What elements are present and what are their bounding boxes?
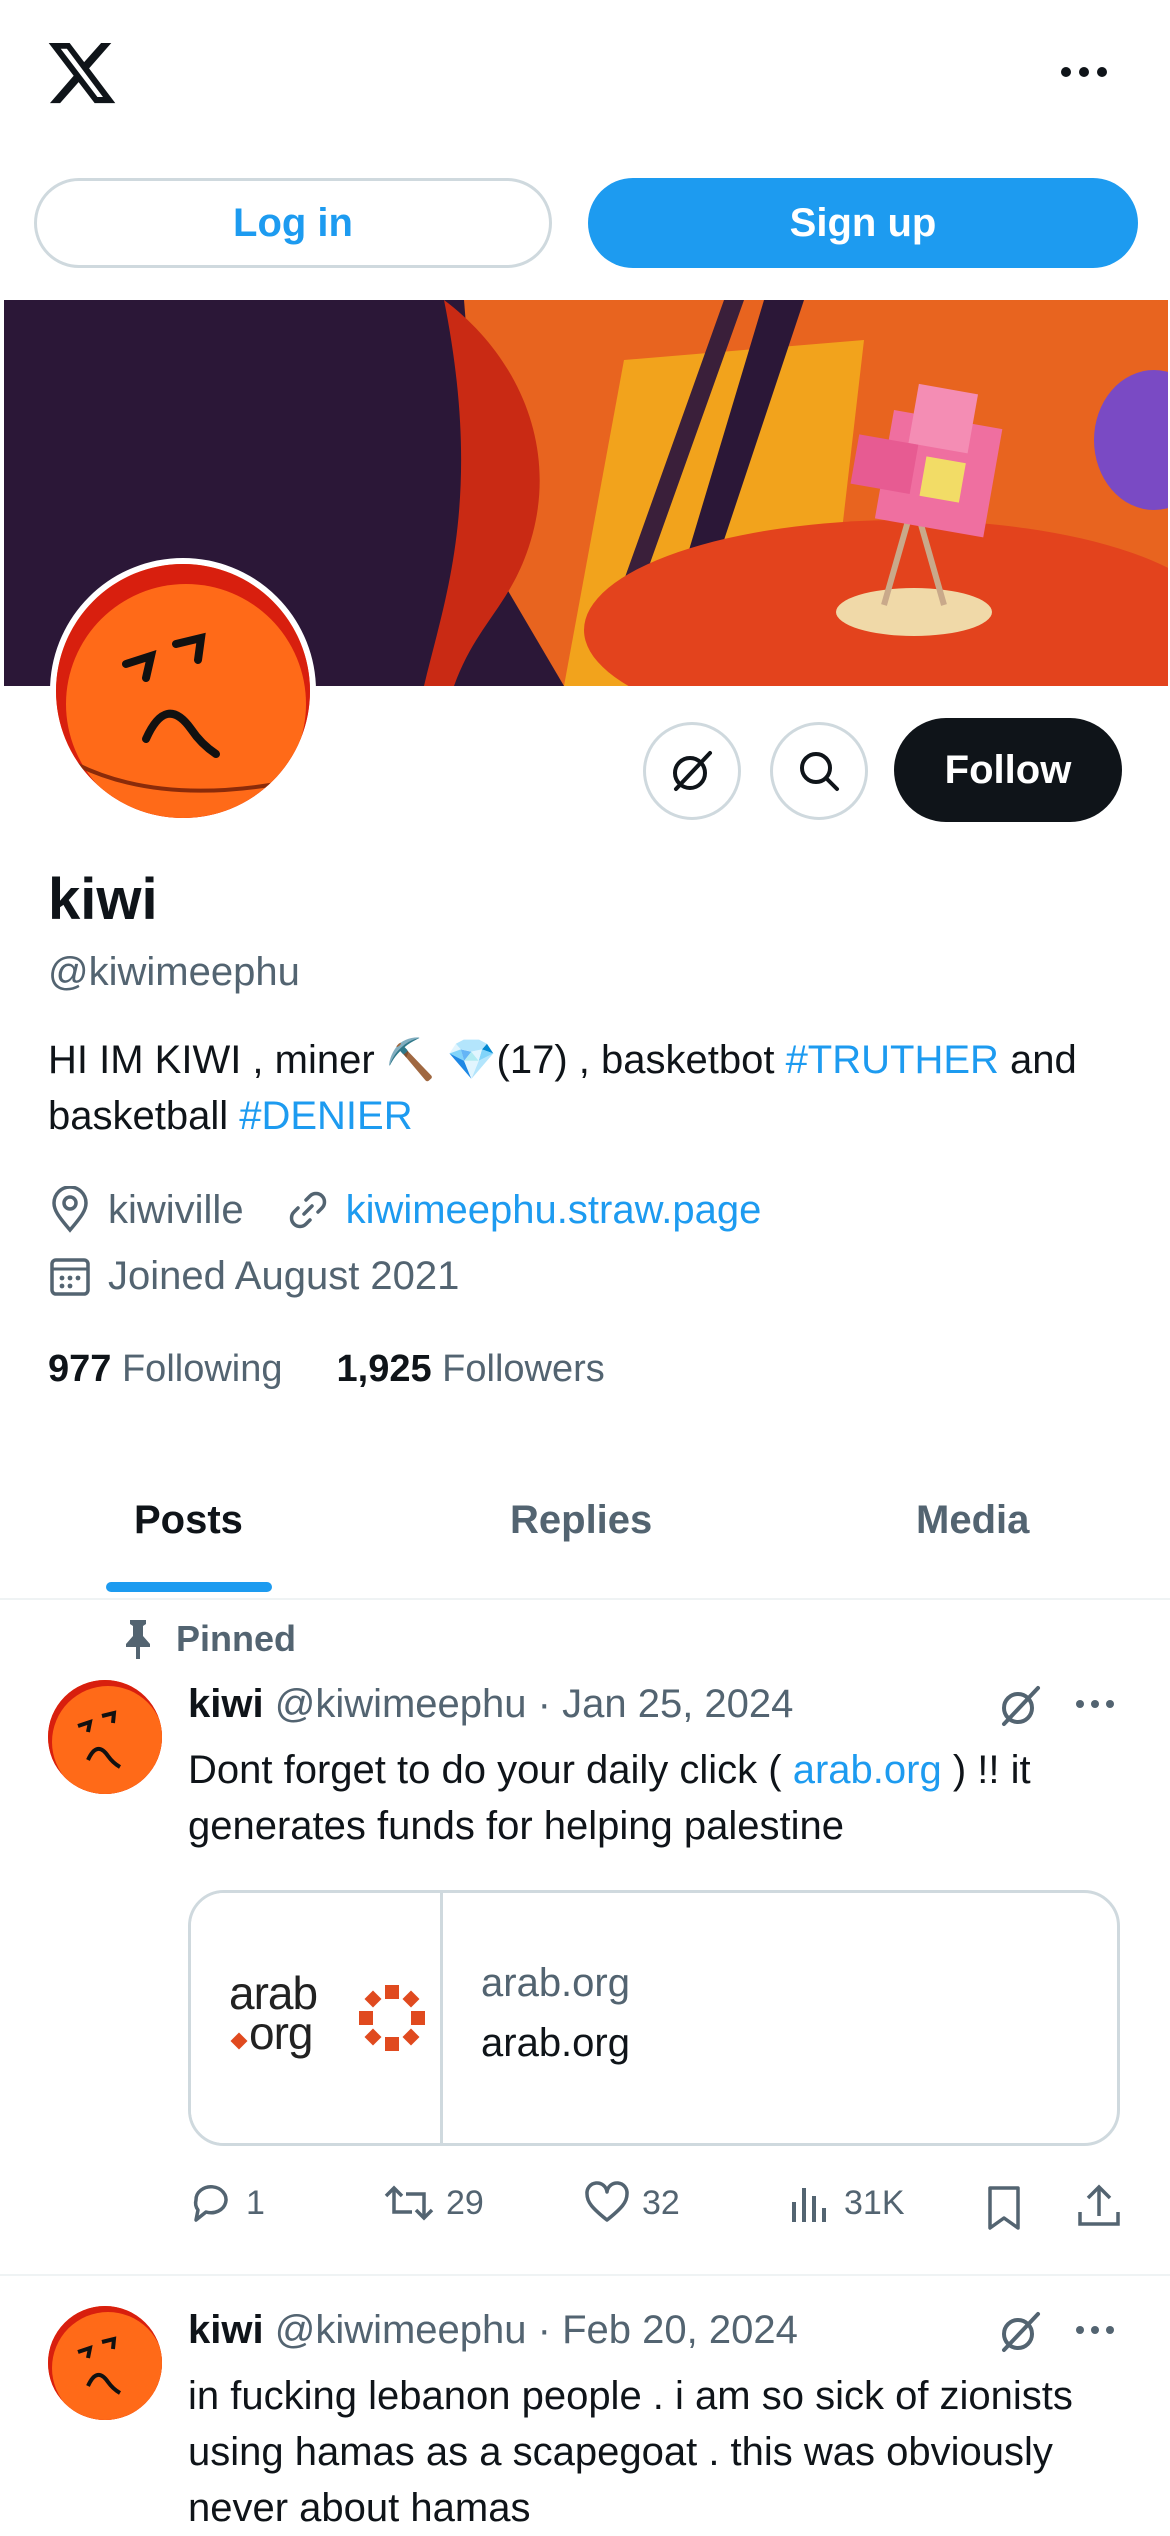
- views-count: 31K: [844, 2183, 905, 2222]
- reply-count: 1: [246, 2183, 265, 2222]
- post-text: in fucking lebanon people . i am so sick…: [188, 2374, 1073, 2530]
- following-stat[interactable]: 977 Following: [48, 1348, 283, 1391]
- post-text-part: Dont forget to do your daily click (: [188, 1748, 793, 1792]
- post-text: Dont forget to do your daily click ( ara…: [188, 1742, 1148, 1854]
- post-header: kiwi @kiwimeephu · Feb 20, 2024: [188, 2308, 798, 2353]
- tab-active-indicator: [106, 1582, 272, 1592]
- auth-buttons: Log in Sign up: [0, 178, 1170, 274]
- tab-replies[interactable]: Replies: [510, 1498, 652, 1543]
- star-logo-icon: [359, 1985, 425, 2051]
- tabs-divider: [0, 1598, 1170, 1600]
- repost-icon: [384, 2185, 434, 2221]
- followers-label: Followers: [442, 1348, 605, 1390]
- profile-joined-date: Joined August 2021: [108, 1253, 460, 1298]
- pinned-label-row: Pinned: [120, 1618, 296, 1660]
- tab-media[interactable]: Media: [916, 1498, 1029, 1543]
- pinned-label: Pinned: [176, 1618, 297, 1659]
- search-profile-button[interactable]: [770, 722, 868, 820]
- follow-button[interactable]: Follow: [894, 718, 1122, 822]
- reply-action[interactable]: 1: [188, 2180, 265, 2226]
- like-count: 32: [642, 2183, 680, 2222]
- card-thumbnail: arab org: [191, 1893, 443, 2143]
- following-label: Following: [121, 1348, 283, 1390]
- like-action[interactable]: 32: [584, 2180, 680, 2226]
- profile-bio: HI IM KIWI , miner ⛏️ 💎(17) , basketbot …: [48, 1032, 1128, 1144]
- repost-action[interactable]: 29: [384, 2180, 484, 2226]
- post-more-icon[interactable]: [1074, 2322, 1116, 2338]
- profile-tabs: Posts Replies Media: [0, 1460, 1170, 1600]
- reply-icon: [193, 2185, 228, 2222]
- profile-website-link[interactable]: kiwimeephu.straw.page: [346, 1188, 762, 1233]
- tab-posts[interactable]: Posts: [134, 1498, 243, 1543]
- bookmark-icon[interactable]: [984, 2184, 1024, 2232]
- views-icon: [792, 2188, 826, 2222]
- grok-button[interactable]: [643, 722, 741, 820]
- pin-icon: [126, 1620, 150, 1659]
- profile-stats: 977 Following 1,925 Followers: [48, 1348, 605, 1391]
- hashtag-denier-link[interactable]: #DENIER: [239, 1094, 412, 1138]
- post-header: kiwi @kiwimeephu · Jan 25, 2024: [188, 1682, 793, 1727]
- card-title: arab.org: [481, 2021, 630, 2065]
- post-author[interactable]: kiwi: [188, 1682, 264, 1726]
- share-icon[interactable]: [1076, 2182, 1122, 2230]
- following-count: 977: [48, 1348, 112, 1390]
- profile-joined-row: Joined August 2021: [48, 1252, 459, 1300]
- location-icon: [52, 1186, 88, 1233]
- views-action[interactable]: 31K: [788, 2180, 905, 2226]
- post-inline-link[interactable]: arab.org: [793, 1748, 942, 1792]
- post-date[interactable]: · Jan 25, 2024: [538, 1682, 794, 1726]
- repost-count: 29: [446, 2183, 484, 2222]
- grok-icon[interactable]: [996, 1682, 1044, 1730]
- post-divider: [0, 2274, 1170, 2276]
- link-icon: [289, 1191, 326, 1229]
- followers-stat[interactable]: 1,925 Followers: [337, 1348, 605, 1391]
- card-domain: arab.org: [481, 1961, 630, 2005]
- more-options-icon[interactable]: [1058, 62, 1110, 82]
- profile-name: kiwi: [48, 867, 158, 932]
- top-bar: [0, 0, 1170, 150]
- profile-avatar[interactable]: [50, 558, 316, 824]
- followers-count: 1,925: [336, 1348, 432, 1390]
- post-handle[interactable]: @kiwimeephu: [275, 1682, 527, 1726]
- hashtag-truther-link[interactable]: #TRUTHER: [786, 1038, 999, 1082]
- post-date[interactable]: · Feb 20, 2024: [538, 2308, 798, 2352]
- post-more-icon[interactable]: [1074, 1696, 1116, 1712]
- heart-icon: [585, 2181, 629, 2222]
- link-preview-card[interactable]: arab org arab.org arab.org: [188, 1890, 1120, 2146]
- grok-icon[interactable]: [996, 2308, 1044, 2356]
- profile-location: kiwiville: [108, 1187, 244, 1232]
- grok-icon: [673, 751, 712, 791]
- signup-button[interactable]: Sign up: [588, 178, 1138, 268]
- post-author[interactable]: kiwi: [188, 2308, 264, 2352]
- post-handle[interactable]: @kiwimeephu: [275, 2308, 527, 2352]
- calendar-icon: [50, 1258, 90, 1296]
- post-actions: 1 29 32 31K: [188, 2180, 1128, 2240]
- profile-meta-row: kiwiville kiwimeephu.straw.page: [48, 1186, 761, 1234]
- logo-text: org: [249, 2007, 313, 2059]
- x-logo-icon[interactable]: [44, 36, 120, 110]
- bio-text: HI IM KIWI , miner ⛏️ 💎(17) , basketbot: [48, 1038, 786, 1082]
- post-avatar[interactable]: [48, 2306, 162, 2420]
- login-button[interactable]: Log in: [34, 178, 552, 268]
- search-icon: [800, 752, 839, 791]
- profile-handle: @kiwimeephu: [48, 950, 300, 994]
- post-avatar[interactable]: [48, 1680, 162, 1794]
